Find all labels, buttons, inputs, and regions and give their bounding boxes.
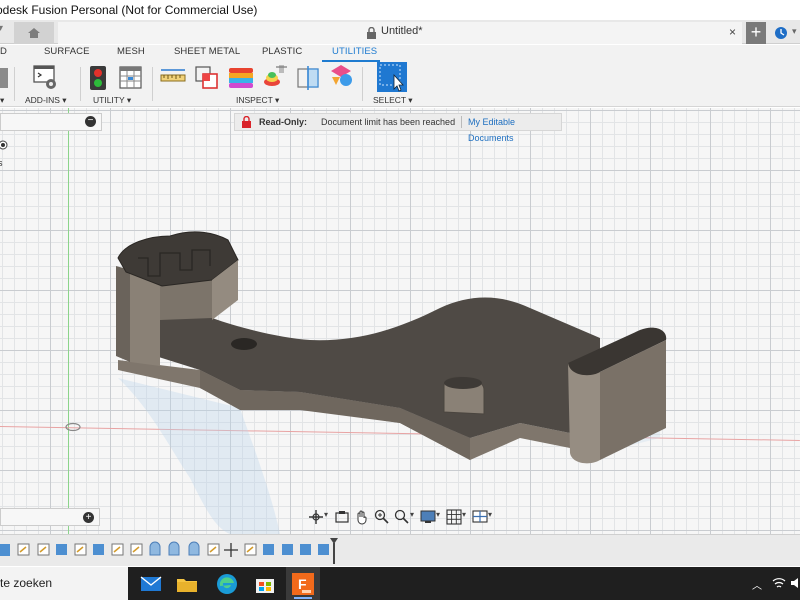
addins-icon[interactable]	[32, 64, 58, 90]
tab-mesh[interactable]: MESH	[117, 46, 145, 57]
store-icon[interactable]	[252, 571, 278, 597]
left-block-front	[130, 270, 160, 366]
read-only-label: Read-Only:	[259, 117, 308, 127]
mounting-hole	[231, 338, 257, 350]
display-dropdown-icon[interactable]: ▾	[436, 510, 440, 519]
volume-icon[interactable]	[790, 577, 800, 589]
fusion-window: odesk Fusion Personal (Not for Commercia…	[0, 0, 800, 600]
viewports-icon[interactable]	[472, 509, 488, 525]
taskbar-search[interactable]: te zoeken	[0, 567, 128, 600]
tray-chevron-up-icon[interactable]: ︿	[752, 577, 762, 592]
my-editable-documents-link[interactable]: My Editable Documents	[468, 114, 561, 146]
clock-icon[interactable]	[774, 26, 788, 40]
group-utility[interactable]: UTILITY ▾	[93, 95, 131, 106]
network-icon[interactable]	[772, 577, 786, 589]
ribbon-separator	[152, 67, 153, 101]
active-app-indicator	[294, 597, 312, 599]
ribbon-separator	[362, 67, 363, 101]
section-icon[interactable]	[296, 65, 322, 91]
curvature-icon[interactable]	[262, 63, 288, 89]
tab-solid[interactable]: D	[0, 46, 7, 57]
tab-utilities[interactable]: UTILITIES	[332, 46, 377, 57]
navigation-toolbar: ▾ ▾ ▾ ▾ ▾	[306, 507, 496, 527]
collapse-button[interactable]: −	[85, 116, 96, 127]
measure-icon[interactable]	[160, 65, 186, 91]
origin-icon	[65, 422, 81, 432]
add-comment-button[interactable]: +	[83, 512, 94, 523]
table-icon[interactable]	[118, 65, 144, 91]
chevron-down-icon[interactable]: ▾	[792, 26, 797, 37]
display-settings-icon[interactable]	[328, 63, 354, 89]
timeline-marker-icon[interactable]	[330, 538, 338, 564]
quick-access-chevron-icon[interactable]: ▾	[0, 23, 12, 41]
model-view[interactable]	[0, 108, 800, 534]
group-select[interactable]: SELECT ▾	[373, 95, 413, 106]
fusion-icon[interactable]: F	[290, 571, 316, 597]
group-inspect[interactable]: INSPECT ▾	[236, 95, 279, 106]
pan-icon[interactable]	[354, 509, 370, 525]
document-tab[interactable]: Untitled* ×	[58, 22, 742, 44]
home-icon	[28, 28, 40, 38]
zoom-dropdown-icon[interactable]: ▾	[410, 510, 414, 519]
radio-icon[interactable]	[0, 140, 8, 150]
title-bar: odesk Fusion Personal (Not for Commercia…	[0, 0, 800, 20]
zoom-window-icon[interactable]	[374, 509, 390, 525]
active-tab-indicator	[322, 60, 380, 62]
timeline-features	[0, 541, 329, 557]
browser-panel-body: s	[0, 132, 14, 172]
window-title: odesk Fusion Personal (Not for Commercia…	[0, 3, 258, 17]
group-addins[interactable]: ADD-INS ▾	[25, 95, 67, 106]
home-tab[interactable]	[14, 22, 54, 44]
taskbar-search-text: te zoeken	[0, 576, 53, 590]
comments-panel[interactable]: +	[0, 508, 100, 526]
tab-plastic[interactable]: PLASTIC	[262, 46, 302, 57]
orbit-icon[interactable]	[308, 509, 324, 525]
orbit-dropdown-icon[interactable]: ▾	[324, 510, 328, 519]
group-left-cut[interactable]: ▾	[0, 95, 4, 106]
right-block-front	[568, 363, 600, 464]
browser-panel-header[interactable]: −	[0, 113, 102, 131]
panel-item-label: s	[0, 158, 3, 168]
mail-icon[interactable]	[138, 571, 164, 597]
svg-text:F: F	[298, 576, 307, 592]
look-at-icon[interactable]	[334, 509, 350, 525]
file-explorer-icon[interactable]	[174, 571, 200, 597]
select-icon[interactable]	[376, 61, 408, 93]
close-tab-button[interactable]: ×	[729, 25, 736, 39]
read-only-banner: Read-Only: Document limit has been reach…	[234, 113, 562, 143]
new-tab-button[interactable]: +	[746, 22, 766, 44]
tab-surface[interactable]: SURFACE	[44, 46, 90, 57]
viewport-canvas[interactable]	[0, 108, 800, 534]
windows-taskbar: te zoeken F ︿	[0, 567, 800, 600]
timeline	[0, 534, 800, 566]
cut-off-tool-icon[interactable]	[0, 65, 12, 91]
small-boss-top	[444, 377, 482, 389]
read-only-message: Document limit has been reached	[321, 117, 456, 127]
grid-icon[interactable]	[446, 509, 462, 525]
tab-bar: ▾ Untitled* × + ▾	[0, 20, 800, 44]
edge-icon[interactable]	[214, 571, 240, 597]
traffic-light-icon[interactable]	[86, 65, 112, 91]
lock-icon	[242, 116, 251, 128]
viewports-dropdown-icon[interactable]: ▾	[488, 510, 492, 519]
interference-icon[interactable]	[194, 65, 220, 91]
grid-dropdown-icon[interactable]: ▾	[462, 510, 466, 519]
left-block-side	[116, 266, 130, 362]
display-mode-icon[interactable]	[420, 509, 436, 525]
ribbon-toolbar: D SURFACE MESH SHEET METAL PLASTIC UTILI…	[0, 45, 800, 107]
zebra-icon[interactable]	[228, 65, 254, 91]
document-title: Untitled*	[381, 25, 423, 37]
timeline-item	[0, 541, 329, 557]
zoom-icon[interactable]	[394, 509, 410, 525]
tab-sheet-metal[interactable]: SHEET METAL	[174, 46, 240, 57]
ribbon-separator	[14, 67, 15, 101]
ribbon-separator	[80, 67, 81, 101]
lock-icon	[367, 27, 376, 39]
banner-divider	[461, 116, 462, 128]
